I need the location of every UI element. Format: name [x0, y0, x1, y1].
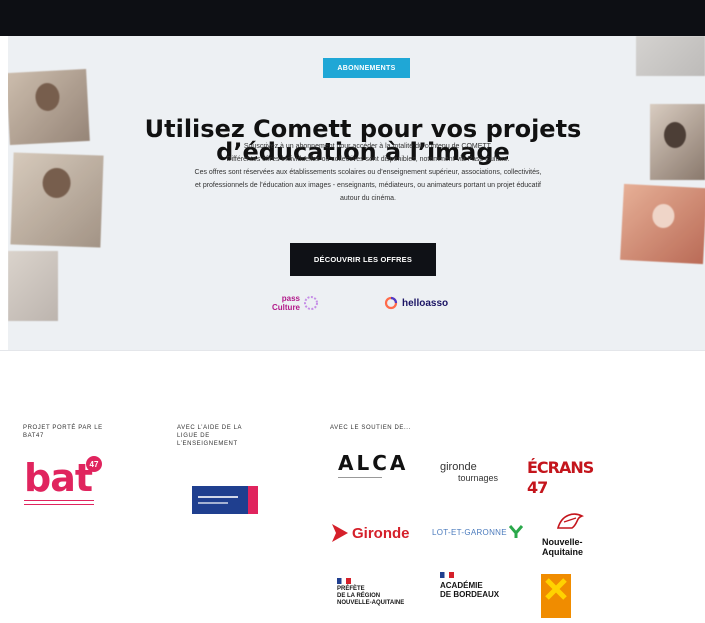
section-tag: ABONNEMENTS: [323, 58, 410, 78]
hero-photo-left-3: [8, 251, 58, 321]
prefet-line1: PRÉFÈTE: [337, 586, 365, 592]
ligue-logo-line: [198, 496, 238, 498]
top-bar: [0, 0, 705, 36]
ligue-enseignement-logo[interactable]: [192, 486, 258, 514]
lot-et-garonne-y-icon: [508, 525, 523, 538]
ligue-logo-stripe: [248, 486, 258, 514]
pass-culture-line1: pass: [281, 294, 300, 303]
gironde-tournages-logo[interactable]: gironde tournages: [440, 462, 510, 488]
pass-culture-text: pass Culture: [270, 294, 300, 312]
hero-photo-right-1: [636, 36, 705, 76]
alca-text: ALCA: [338, 451, 409, 475]
gironde-tournages-line1: gironde: [440, 461, 477, 473]
pass-culture-line2: Culture: [272, 303, 300, 312]
section-divider: [0, 350, 705, 351]
hero-photo-left-2: [10, 152, 104, 248]
nouvelle-aquitaine-logo[interactable]: Nouvelle- Aquitaine: [542, 510, 604, 560]
footer-col-support: AVEC LE SOUTIEN DE...: [330, 424, 411, 432]
prefet-logo[interactable]: PRÉFÈTE DE LA RÉGION NOUVELLE-AQUITAINE: [337, 578, 417, 618]
aid-heading-line1: AVEC L’AIDE DE LA: [177, 425, 243, 431]
gironde-logo[interactable]: Gironde: [330, 518, 425, 548]
gironde-arrow-icon: [332, 524, 348, 542]
academie-line1: ACADÉMIE: [440, 581, 483, 590]
hero-photo-left-1: [8, 68, 90, 146]
desc-line-1: Souscrivez à un abonnement pour accéder …: [243, 143, 493, 150]
ecrans47-text: ÉCRANS 47: [527, 458, 594, 497]
nouvelle-aquitaine-line1: Nouvelle-: [542, 537, 583, 547]
gironde-text: Gironde: [352, 524, 410, 542]
support-heading: AVEC LE SOUTIEN DE...: [330, 425, 411, 431]
helloasso-icon: [384, 296, 398, 310]
project-heading-line1: PROJET PORTÉ PAR LE: [23, 425, 103, 431]
academie-bordeaux-logo[interactable]: ACADÉMIE DE BORDEAUX: [440, 572, 520, 612]
desc-line-2: Différentes offres individuelles ou coll…: [226, 156, 510, 163]
ligue-logo-line2: [198, 502, 228, 504]
bat47-logo[interactable]: bat 47: [24, 456, 114, 522]
pass-culture-logo[interactable]: pass Culture: [270, 288, 330, 318]
hero-section: ABONNEMENTS Utilisez Comett pour vos pro…: [8, 36, 705, 350]
gironde-tournages-line2: tournages: [458, 473, 499, 483]
prefet-line3: NOUVELLE-AQUITAINE: [337, 600, 405, 606]
academie-flag-icon: [440, 572, 454, 578]
lot-et-garonne-logo[interactable]: LOT-ET-GARONNE: [432, 522, 527, 542]
lot-et-garonne-emblem-logo[interactable]: [541, 574, 571, 618]
hero-photo-right-3: [620, 183, 705, 265]
alca-logo[interactable]: ALCA: [338, 452, 408, 492]
lot-et-garonne-text: LOT-ET-GARONNE: [432, 527, 507, 537]
alca-subtext: [338, 477, 382, 488]
project-heading-line2: BAT47: [23, 433, 44, 439]
desc-line-4: et professionnels de l’éducation aux ima…: [195, 182, 541, 189]
helloasso-text: helloasso: [402, 297, 449, 309]
lion-emblem-icon: [556, 513, 585, 529]
ecrans47-logo[interactable]: ÉCRANS 47: [527, 458, 607, 497]
pass-culture-icon: [304, 296, 318, 310]
desc-line-3: Ces offres sont réservées aux établissem…: [194, 169, 542, 176]
cross-emblem-icon: [541, 574, 571, 618]
hero-photo-right-2: [650, 104, 705, 180]
nouvelle-aquitaine-line2: Aquitaine: [542, 547, 584, 557]
bat-logo-subtext: [24, 500, 94, 505]
academie-line2: DE BORDEAUX: [440, 590, 500, 599]
bat-logo-superscript: 47: [86, 456, 102, 472]
footer-col-aid: AVEC L’AIDE DE LA LIGUE DE L’ENSEIGNEMEN…: [177, 424, 242, 448]
footer-col-project: PROJET PORTÉ PAR LE BAT47: [23, 424, 103, 440]
marianne-flag-icon: [337, 578, 351, 584]
bat-logo-text: bat: [24, 456, 93, 500]
discover-offers-button[interactable]: DÉCOUVRIR LES OFFRES: [290, 243, 436, 276]
aid-heading-line3: L’ENSEIGNEMENT: [177, 441, 238, 447]
helloasso-logo[interactable]: helloasso: [384, 292, 464, 314]
prefet-line2: DE LA RÉGION: [337, 593, 381, 599]
aid-heading-line2: LIGUE DE: [177, 433, 210, 439]
desc-line-5: autour du cinéma.: [339, 195, 397, 202]
hero-description: Souscrivez à un abonnement pour accéder …: [108, 140, 628, 205]
